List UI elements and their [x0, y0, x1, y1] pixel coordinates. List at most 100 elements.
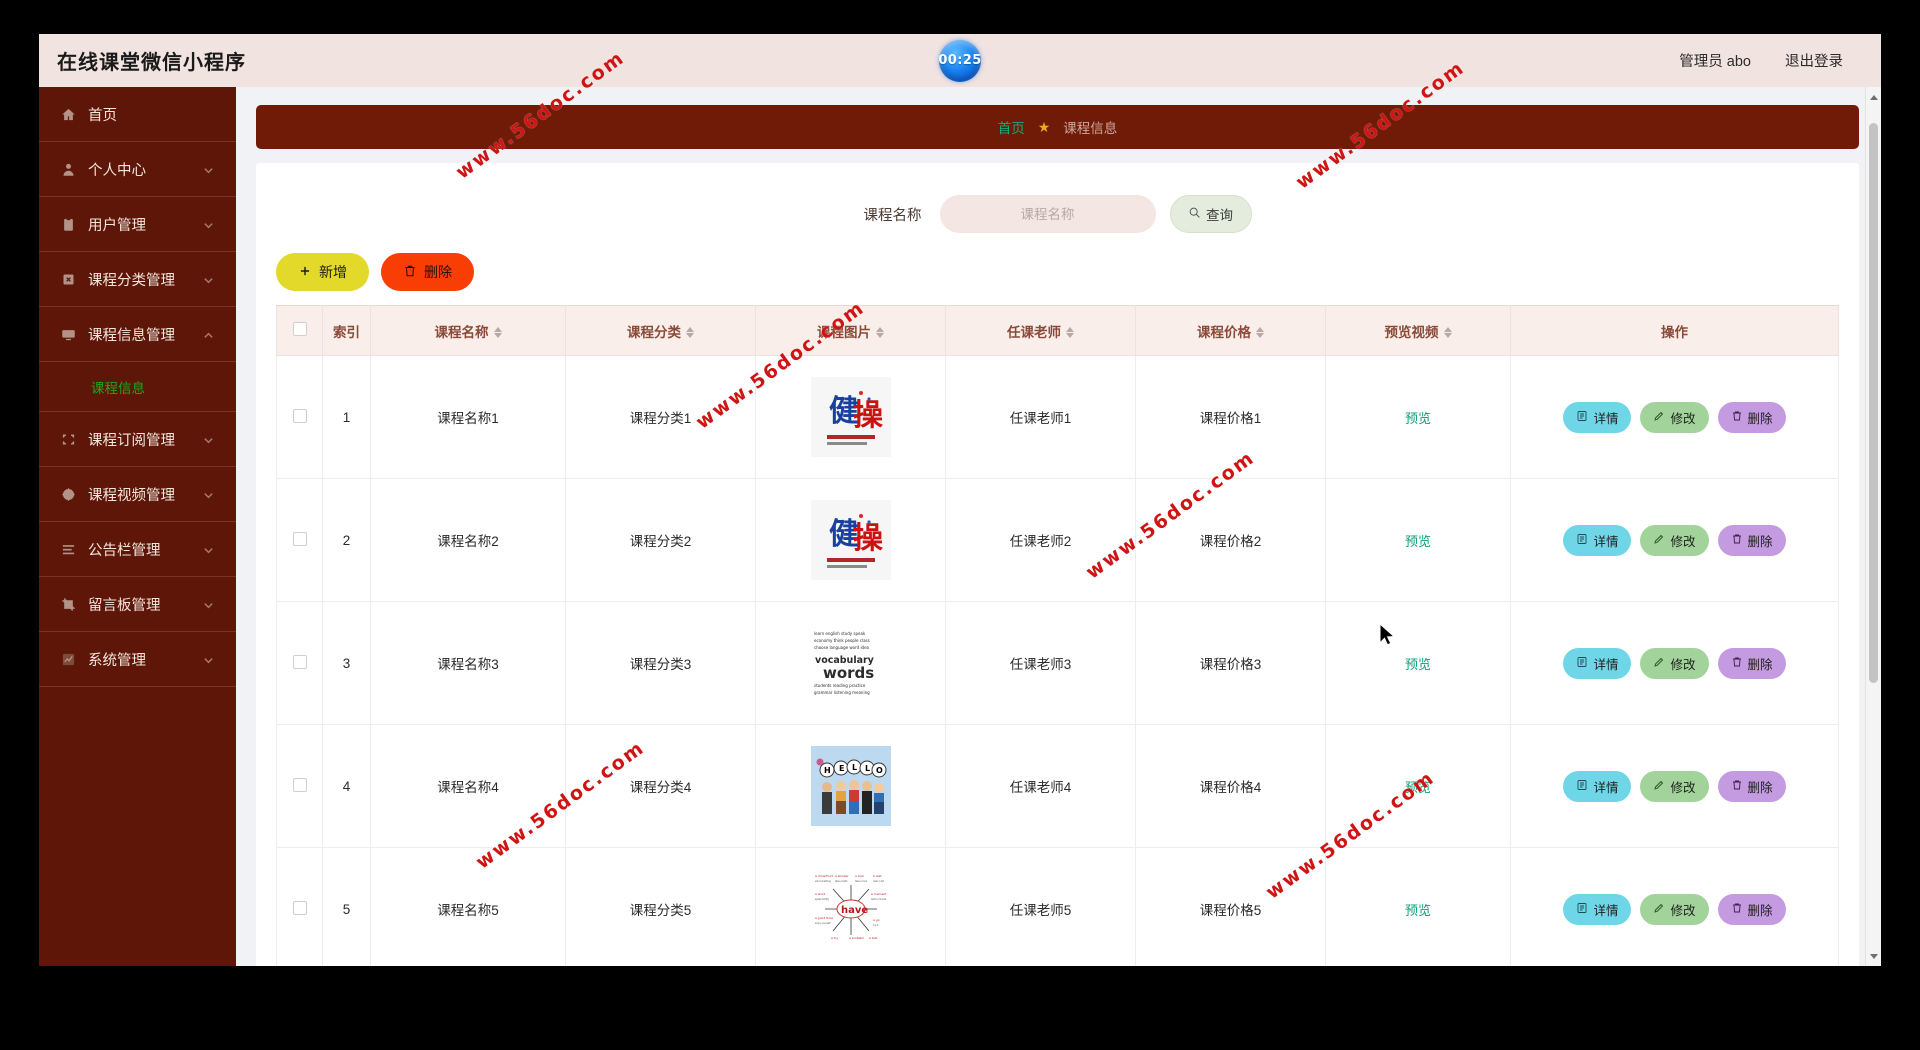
row-checkbox[interactable] — [292, 408, 307, 423]
sidebar-item-course-subscription[interactable]: 课程订阅管理 — [39, 412, 236, 467]
select-all-checkbox[interactable] — [292, 322, 307, 336]
vertical-scrollbar[interactable] — [1865, 87, 1881, 966]
cell-category: 课程分类4 — [565, 724, 756, 848]
column-category[interactable]: 课程分类 — [565, 305, 756, 356]
column-image[interactable]: 课程图片 — [755, 305, 946, 356]
sort-icon[interactable] — [493, 327, 502, 339]
course-thumbnail[interactable]: learn english study speak economy think … — [810, 623, 891, 703]
cell-category: 课程分类5 — [565, 847, 756, 966]
content-panel: 课程名称 查询 新增 — [256, 163, 1859, 966]
edit-button[interactable]: 修改 — [1640, 770, 1709, 802]
row-delete-button[interactable]: 删除 — [1717, 524, 1786, 556]
column-price[interactable]: 课程价格 — [1135, 305, 1326, 356]
sidebar-item-course-video[interactable]: 课程视频管理 — [39, 467, 236, 522]
sidebar-item-profile[interactable]: 个人中心 — [39, 142, 236, 197]
cell-actions: 详情 修改 删除 — [1510, 478, 1839, 602]
cell-actions: 详情 修改 删除 — [1510, 724, 1839, 848]
edit-button-label: 修改 — [1670, 780, 1696, 795]
scroll-down-arrow-icon[interactable] — [1866, 948, 1881, 964]
sort-icon[interactable] — [1443, 327, 1452, 339]
search-icon — [1188, 206, 1201, 222]
row-checkbox[interactable] — [292, 531, 307, 546]
row-checkbox[interactable] — [292, 900, 307, 915]
edit-button[interactable]: 修改 — [1640, 647, 1709, 679]
cell-name: 课程名称2 — [370, 478, 566, 602]
edit-button[interactable]: 修改 — [1640, 893, 1709, 925]
cell-name: 课程名称1 — [370, 355, 566, 479]
detail-button[interactable]: 详情 — [1563, 647, 1632, 679]
edit-button[interactable]: 修改 — [1640, 401, 1709, 433]
sidebar-item-label: 首页 — [88, 107, 117, 124]
column-teacher[interactable]: 任课老师 — [945, 305, 1136, 356]
add-button[interactable]: 新增 — [276, 253, 369, 291]
sidebar-item-course-info-management[interactable]: 课程信息管理 — [39, 307, 236, 362]
pencil-icon — [1653, 656, 1665, 671]
edit-button-label: 修改 — [1670, 903, 1696, 918]
row-checkbox[interactable] — [292, 777, 307, 792]
table-row: 3 课程名称3 课程分类3 learn english study speak … — [276, 601, 1839, 725]
preview-video-link[interactable]: 预览 — [1405, 411, 1431, 426]
search-input[interactable] — [939, 195, 1156, 233]
sidebar-item-home[interactable]: 首页 — [39, 87, 236, 142]
session-timer-badge[interactable]: 00:25 — [938, 39, 981, 82]
svg-text:E: E — [839, 764, 844, 773]
detail-button[interactable]: 详情 — [1563, 524, 1632, 556]
sidebar-item-user-management[interactable]: 用户管理 — [39, 197, 236, 252]
sort-icon[interactable] — [876, 327, 884, 339]
sidebar-item-course-category[interactable]: 课程分类管理 — [39, 252, 236, 307]
detail-button[interactable]: 详情 — [1563, 401, 1632, 433]
detail-button-label: 详情 — [1593, 657, 1619, 672]
course-thumbnail[interactable]: 健 操 — [810, 500, 891, 580]
course-thumbnail[interactable]: 健 操 — [810, 377, 891, 457]
preview-video-link[interactable]: 预览 — [1405, 780, 1431, 795]
preview-video-link[interactable]: 预览 — [1405, 903, 1431, 918]
detail-button[interactable]: 详情 — [1563, 770, 1632, 802]
cell-image: 健 操 — [755, 478, 946, 602]
row-checkbox[interactable] — [292, 654, 307, 669]
scroll-up-arrow-icon[interactable] — [1866, 89, 1881, 105]
detail-icon — [1576, 656, 1588, 671]
bulk-delete-button[interactable]: 删除 — [381, 253, 474, 291]
row-delete-button[interactable]: 删除 — [1717, 647, 1786, 679]
row-delete-button[interactable]: 删除 — [1717, 770, 1786, 802]
course-thumbnail[interactable]: have a drink/food a shower a look a rest a… — [810, 869, 891, 949]
cell-category: 课程分类2 — [565, 478, 756, 602]
scrollbar-thumb[interactable] — [1869, 123, 1878, 683]
search-submit-button[interactable]: 查询 — [1169, 195, 1252, 233]
cell-price: 课程价格5 — [1135, 847, 1326, 966]
sort-icon[interactable] — [1256, 327, 1264, 339]
sort-icon[interactable] — [686, 327, 694, 339]
svg-text:students reading practice: students reading practice — [814, 683, 866, 688]
search-bar: 课程名称 查询 — [256, 163, 1859, 243]
edit-button[interactable]: 修改 — [1640, 524, 1709, 556]
column-name[interactable]: 课程名称 — [370, 305, 566, 356]
sort-icon[interactable] — [1066, 327, 1074, 339]
row-delete-button[interactable]: 删除 — [1717, 893, 1786, 925]
row-delete-button-label: 删除 — [1747, 534, 1773, 549]
svg-text:a problem: a problem — [849, 936, 864, 940]
sidebar-item-message-board[interactable]: 留言板管理 — [39, 577, 236, 632]
svg-text:a go: a go — [873, 918, 880, 922]
row-delete-button[interactable]: 删除 — [1717, 401, 1786, 433]
table-row: 5 课程名称5 课程分类5 have a drink/food a shower… — [276, 847, 1839, 966]
cell-image: have a drink/food a shower a look a rest a… — [755, 847, 946, 966]
preview-video-link[interactable]: 预览 — [1405, 534, 1431, 549]
course-thumbnail[interactable]: H E L L O — [810, 746, 891, 826]
trash-icon — [1731, 902, 1743, 917]
detail-button-label: 详情 — [1593, 411, 1619, 426]
svg-text:wait a minute: wait a minute — [871, 898, 887, 901]
row-delete-button-label: 删除 — [1747, 657, 1773, 672]
table-row: 4 课程名称4 课程分类4 H E L L O 任课老师4 课程价格4 预览 详… — [276, 724, 1839, 848]
sidebar: 首页 个人中心 用户管理 课程分类管理 课程信息管理 课程信息 课程订阅管理 课… — [39, 87, 236, 966]
logout-button[interactable]: 退出登录 — [1785, 50, 1843, 71]
column-index[interactable]: 索引 — [322, 305, 371, 356]
sidebar-item-announcement[interactable]: 公告栏管理 — [39, 522, 236, 577]
cell-price: 课程价格3 — [1135, 601, 1326, 725]
sidebar-subitem-course-info[interactable]: 课程信息 — [39, 362, 236, 412]
breadcrumb-home-link[interactable]: 首页 — [998, 117, 1025, 137]
preview-video-link[interactable]: 预览 — [1405, 657, 1431, 672]
sidebar-item-system-management[interactable]: 系统管理 — [39, 632, 236, 687]
detail-button[interactable]: 详情 — [1563, 893, 1632, 925]
column-video[interactable]: 预览视频 — [1325, 305, 1511, 356]
svg-text:a drink/food: a drink/food — [815, 874, 833, 878]
